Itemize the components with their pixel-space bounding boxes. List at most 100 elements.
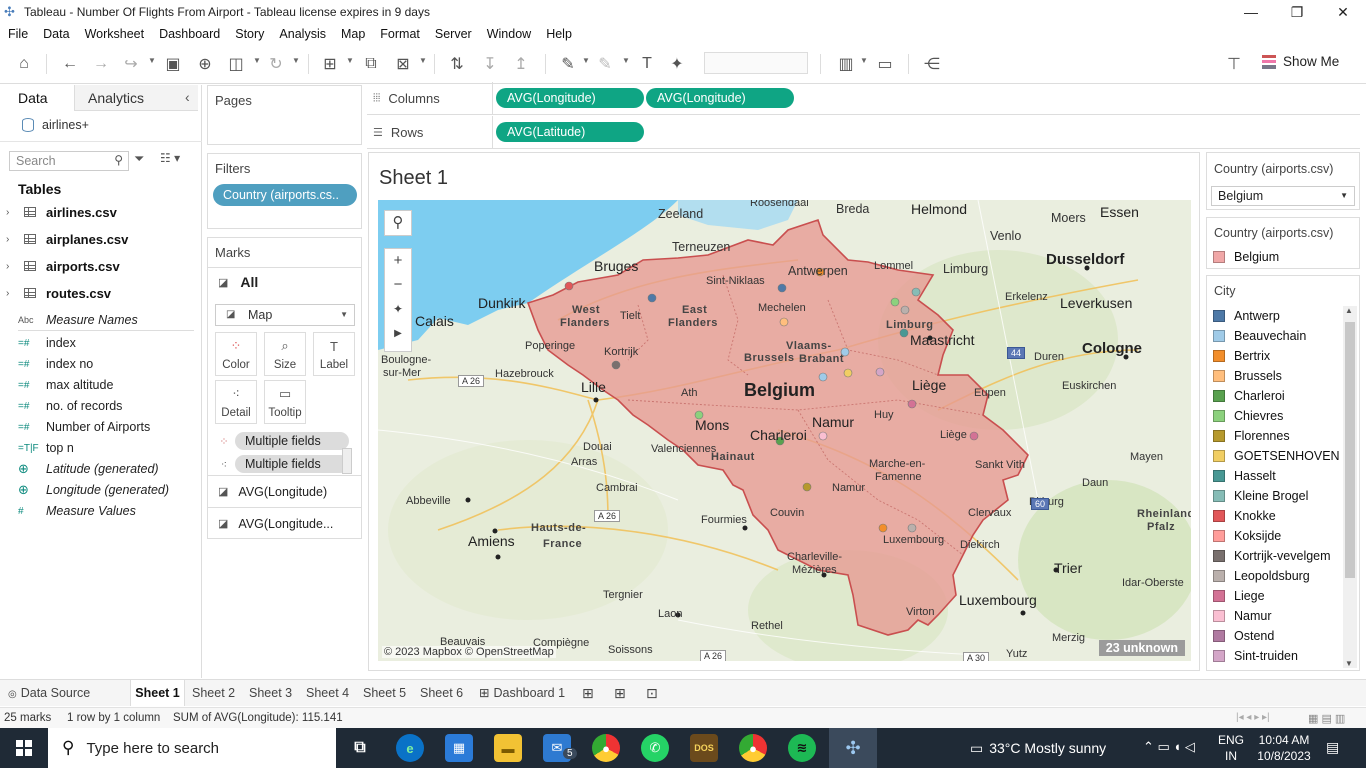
mark-field-pill[interactable]: Multiple fields — [235, 455, 349, 473]
marks-layer-longitude[interactable]: ◪ AVG(Longitude) — [208, 475, 361, 507]
tooltip-button[interactable]: ▭ Tooltip — [264, 380, 306, 424]
chevron-down-icon[interactable]: ▼ — [292, 56, 300, 65]
scroll-up-icon[interactable]: ▲ — [1345, 306, 1353, 315]
country-filter-dropdown[interactable]: Belgium ▼ — [1211, 186, 1355, 206]
zoom-in-icon[interactable]: + — [385, 249, 411, 273]
share-icon[interactable]: ⋲ — [922, 54, 942, 74]
tab-data[interactable]: Data — [0, 85, 74, 111]
chrome-icon[interactable]: ● — [592, 734, 620, 762]
field-longitude[interactable]: ⊕ Longitude (generated) — [0, 480, 200, 500]
legend-item[interactable]: Antwerp — [1213, 307, 1280, 325]
legend-item[interactable]: Knokke — [1213, 507, 1276, 525]
menu-data[interactable]: Data — [43, 27, 69, 41]
show-cards-icon[interactable]: ▥ — [836, 54, 856, 74]
table-item-airplanes[interactable]: › airplanes.csv — [0, 229, 200, 249]
pin-icon[interactable]: ✦ — [667, 54, 687, 74]
spotify-icon[interactable]: ≋ — [788, 734, 816, 762]
filter-pill-country[interactable]: Country (airports.cs.. — [213, 184, 357, 206]
group-icon[interactable]: ✎ — [595, 54, 615, 74]
legend-item[interactable]: Charleroi — [1213, 387, 1285, 405]
menu-format[interactable]: Format — [380, 27, 420, 41]
pause-updates-icon[interactable]: ◫ — [226, 54, 246, 74]
save-icon[interactable]: ▣ — [163, 54, 183, 74]
weather-widget[interactable]: ▭ 33°C Mostly sunny — [970, 740, 1106, 757]
map-attribution[interactable]: © 2023 Mapbox © OpenStreetMap — [382, 646, 556, 658]
view-mode-icons[interactable]: ▦ ▤ ▥ — [1308, 712, 1345, 725]
chevron-right-icon[interactable]: › — [6, 207, 20, 218]
table-item-routes[interactable]: › routes.csv — [0, 283, 200, 303]
menu-dashboard[interactable]: Dashboard — [159, 27, 220, 41]
tab-analytics[interactable]: Analytics — [74, 85, 198, 111]
chevron-down-icon[interactable]: ▼ — [253, 56, 261, 65]
legend-item[interactable]: Leopoldsburg — [1213, 567, 1310, 585]
chevron-right-icon[interactable]: › — [6, 234, 20, 245]
legend-item[interactable]: Chievres — [1213, 407, 1283, 425]
redo-icon[interactable]: → — [91, 54, 111, 74]
notification-icon[interactable]: ▤ — [1326, 739, 1339, 756]
new-datasource-icon[interactable]: ⊕ — [195, 54, 215, 74]
zoom-out-icon[interactable]: − — [385, 273, 411, 297]
menu-worksheet[interactable]: Worksheet — [85, 27, 145, 41]
pin-map-icon[interactable]: ✦ — [385, 297, 411, 321]
clear-sheet-icon[interactable]: ⊠ — [393, 54, 413, 74]
collapse-pane-icon[interactable]: ‹ — [185, 89, 190, 105]
presentation-icon[interactable]: ▭ — [875, 54, 895, 74]
show-me-button[interactable]: Show Me — [1262, 54, 1339, 69]
store-icon[interactable]: ▦ — [445, 734, 473, 762]
mark-type-dropdown[interactable]: ◪ Map ▼ — [215, 304, 355, 326]
menu-server[interactable]: Server — [435, 27, 472, 41]
scroll-down-icon[interactable]: ▼ — [1345, 659, 1353, 668]
legend-item[interactable]: Beauvechain — [1213, 327, 1306, 345]
column-pill-longitude[interactable]: AVG(Longitude) — [496, 88, 644, 108]
column-pill-longitude-2[interactable]: AVG(Longitude) — [646, 88, 794, 108]
taskbar-search[interactable]: ⚲ Type here to search — [48, 728, 336, 768]
field-number-of-airports[interactable]: =# Number of Airports — [0, 417, 200, 437]
menu-story[interactable]: Story — [235, 27, 264, 41]
mark-field-row[interactable]: ⁖ Multiple fields — [213, 454, 355, 474]
legend-item[interactable]: Belgium — [1213, 248, 1279, 266]
chevron-down-icon[interactable]: ▼ — [346, 56, 354, 65]
new-story-icon[interactable]: ⊡ — [646, 680, 658, 706]
label-toggle-icon[interactable]: T — [637, 54, 657, 74]
table-item-airports[interactable]: › airports.csv — [0, 256, 200, 276]
minimize-button[interactable]: — — [1228, 0, 1274, 24]
field-index-no[interactable]: =# index no — [0, 354, 200, 374]
home-icon[interactable]: ⌂ — [14, 54, 34, 74]
file-explorer-icon[interactable]: ▬ — [494, 734, 522, 762]
marks-all-layer[interactable]: ◪ All — [218, 274, 258, 290]
tab-data-source[interactable]: ◎ Data Source — [8, 680, 90, 706]
label-button[interactable]: T Label — [313, 332, 355, 376]
chevron-down-icon[interactable]: ▼ — [419, 56, 427, 65]
start-button[interactable] — [0, 728, 48, 768]
menu-analysis[interactable]: Analysis — [279, 27, 326, 41]
legend-item[interactable]: Hasselt — [1213, 467, 1276, 485]
pages-shelf[interactable]: Pages — [207, 85, 362, 145]
new-dashboard-icon[interactable]: ⊞ — [614, 680, 626, 706]
tab-sheet-1[interactable]: Sheet 1 — [130, 680, 185, 706]
chevron-down-icon[interactable]: ▼ — [860, 56, 868, 65]
field-top-n[interactable]: =T|F top n — [0, 438, 200, 458]
tab-dashboard-1[interactable]: ⊞ Dashboard 1 — [479, 680, 565, 706]
sort-asc-icon[interactable]: ↧ — [480, 54, 500, 74]
legend-item[interactable]: Bertrix — [1213, 347, 1270, 365]
chrome-profile-icon[interactable]: ● — [739, 734, 767, 762]
scroll-thumb[interactable] — [1345, 322, 1355, 578]
maximize-button[interactable]: ❐ — [1274, 0, 1320, 24]
datasource-item[interactable]: airlines+ — [22, 118, 89, 132]
legend-item[interactable]: Ostend — [1213, 627, 1274, 645]
expand-toolbar-icon[interactable]: ▶ — [385, 321, 411, 347]
field-latitude[interactable]: ⊕ Latitude (generated) — [0, 459, 200, 479]
legend-item[interactable]: Namur — [1213, 607, 1272, 625]
tab-sheet-3[interactable]: Sheet 3 — [249, 680, 292, 706]
legend-item[interactable]: Liege — [1213, 587, 1265, 605]
chevron-down-icon[interactable]: ▼ — [622, 56, 630, 65]
map-search-icon[interactable]: ⚲ — [384, 210, 412, 236]
refresh-icon[interactable]: ↻ — [266, 54, 286, 74]
sort-desc-icon[interactable]: ↥ — [511, 54, 531, 74]
clock[interactable]: 10:04 AM 10/8/2023 — [1256, 732, 1312, 764]
fit-dropdown[interactable] — [704, 52, 808, 74]
language-indicator[interactable]: ENG IN — [1218, 732, 1244, 764]
size-button[interactable]: ⌕ Size — [264, 332, 306, 376]
tab-sheet-5[interactable]: Sheet 5 — [363, 680, 406, 706]
detail-button[interactable]: ⁖ Detail — [215, 380, 257, 424]
